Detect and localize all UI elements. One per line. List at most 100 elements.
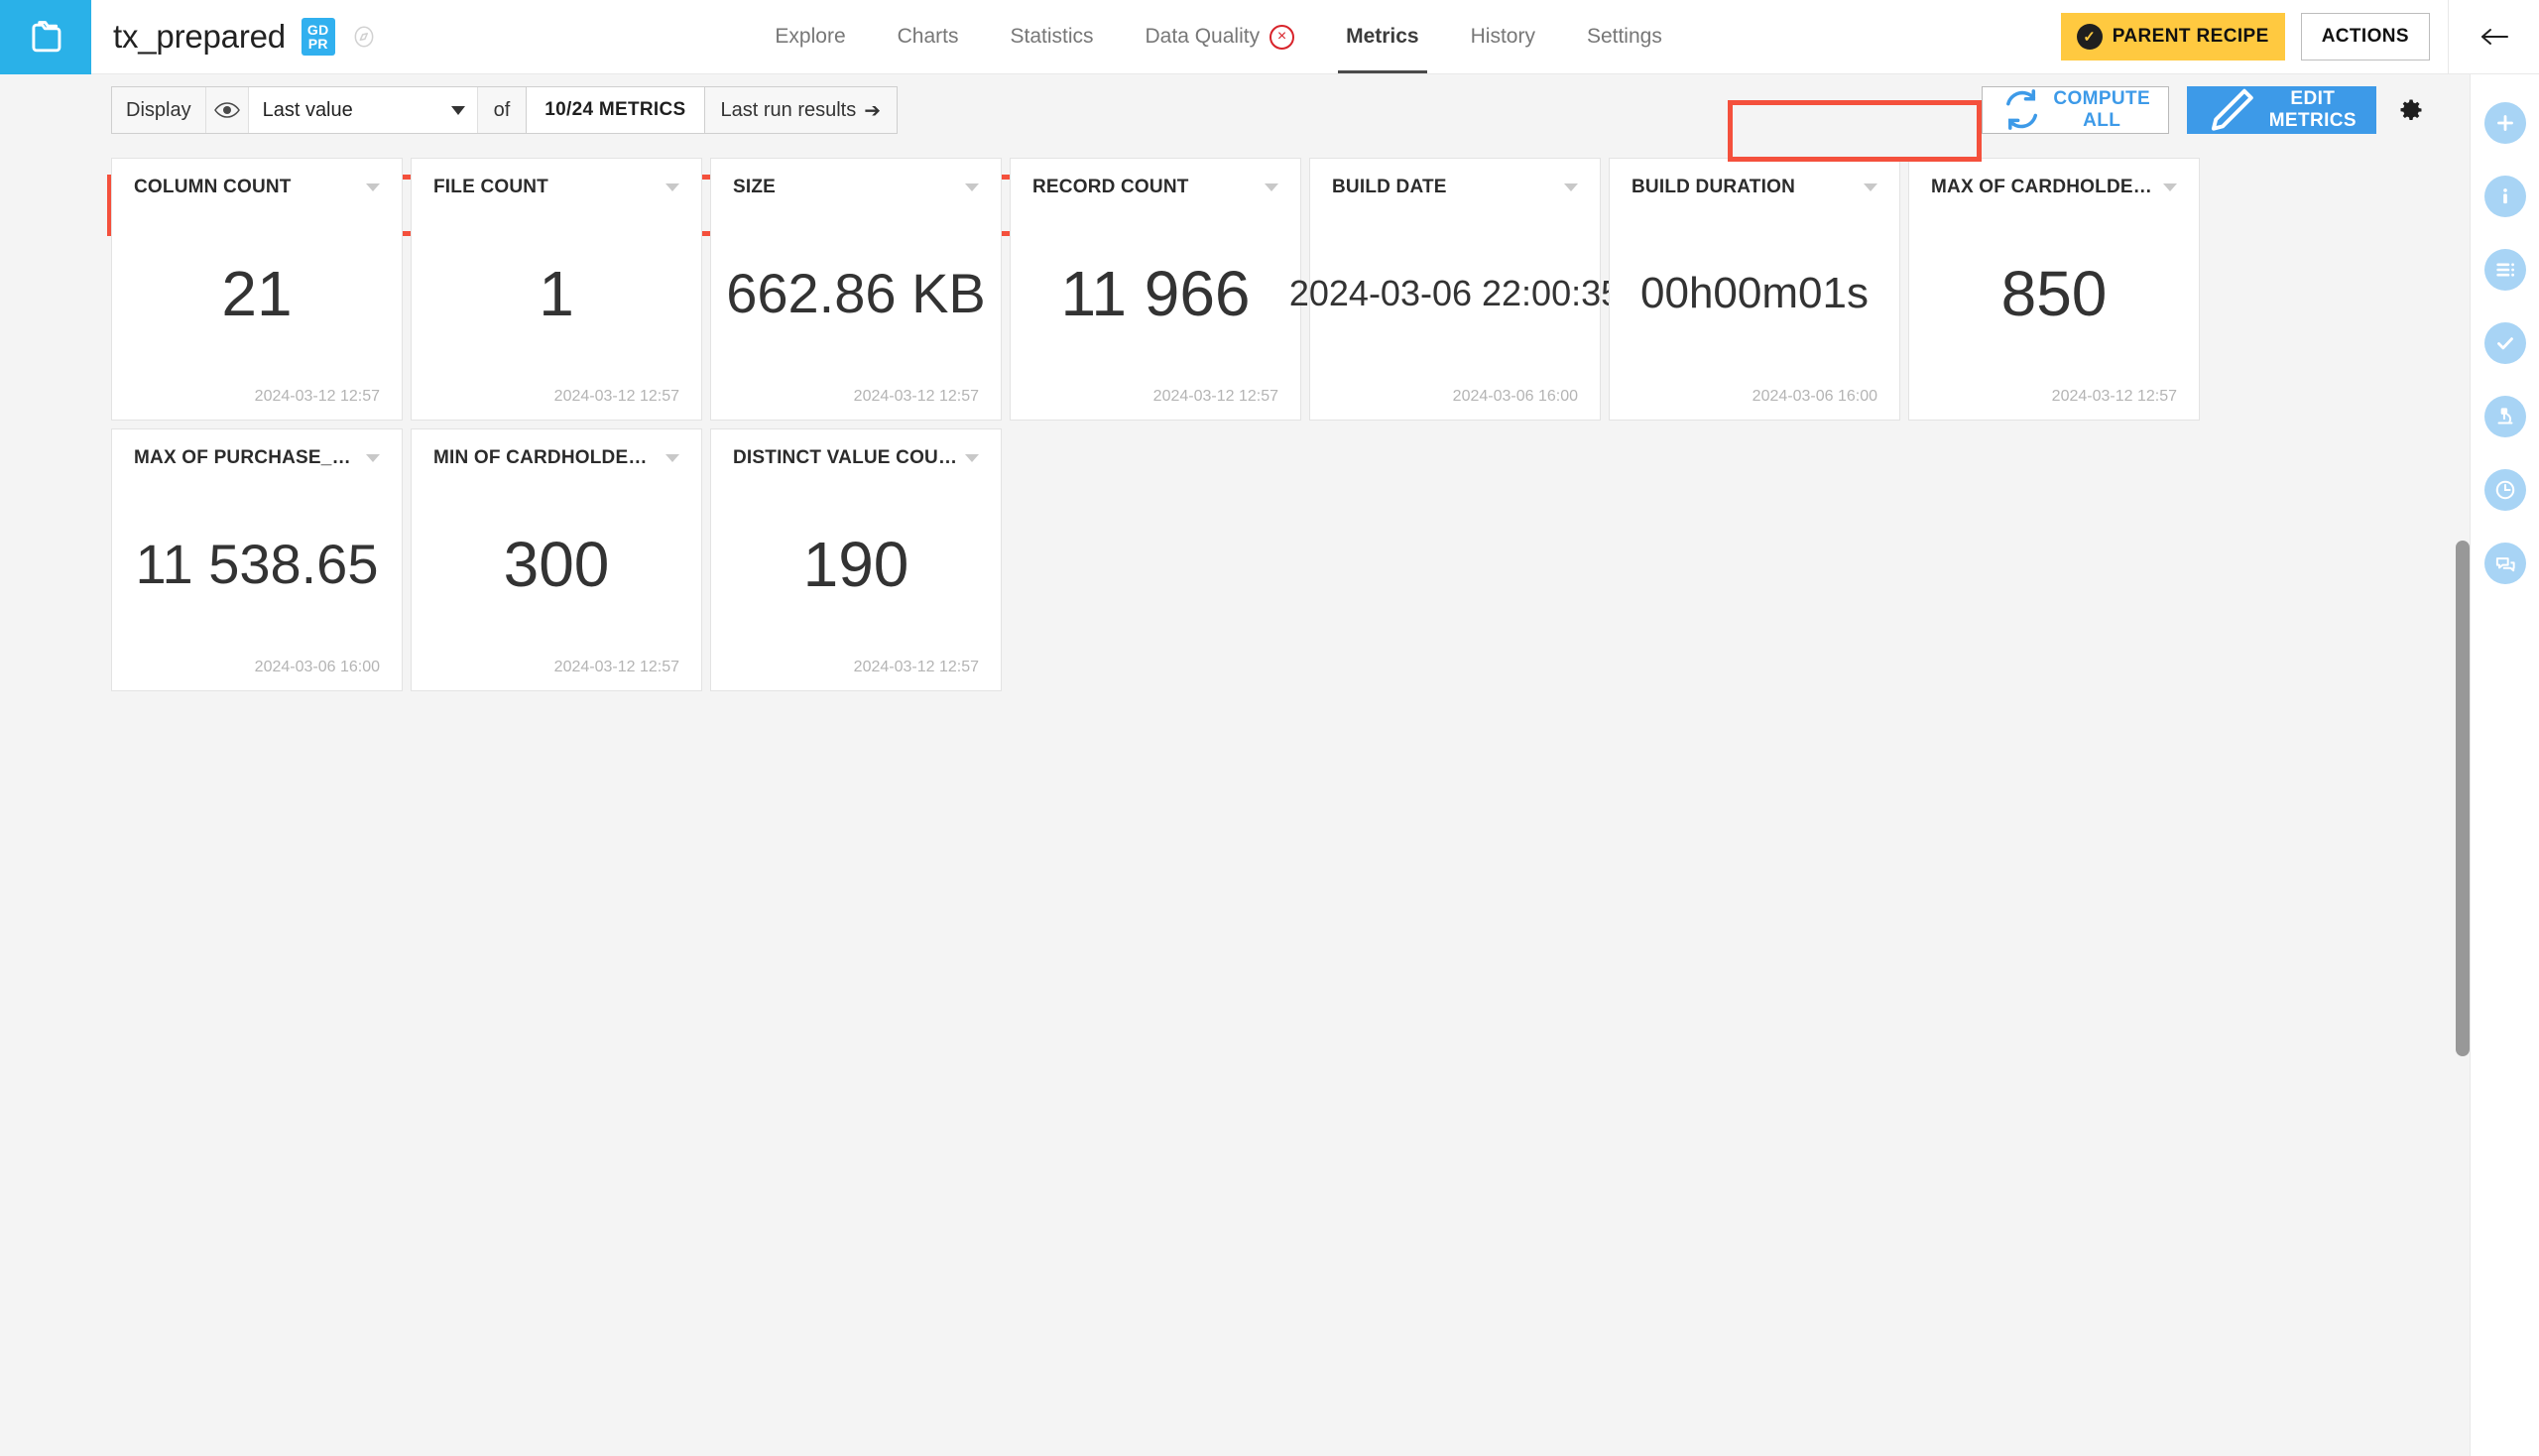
- metric-card-title: BUILD DURATION: [1632, 177, 1795, 198]
- metric-card[interactable]: FILE COUNT 1 2024-03-12 12:57: [411, 158, 702, 421]
- metric-card-timestamp: 2024-03-06 16:00: [1632, 388, 1877, 406]
- metric-card-header: MIN OF CARDHOLDER_FIC...: [433, 447, 679, 469]
- metric-card-header: BUILD DATE: [1332, 177, 1578, 198]
- chevron-down-icon[interactable]: [665, 183, 679, 191]
- folder-glyph: [24, 16, 67, 60]
- chevron-down-icon[interactable]: [1265, 183, 1278, 191]
- tab-history-label: History: [1471, 25, 1535, 49]
- header-actions: ✓ PARENT RECIPE ACTIONS: [2061, 0, 2539, 73]
- gdpr-line-1: GD: [307, 23, 329, 37]
- chevron-down-icon[interactable]: [366, 454, 380, 462]
- chevron-down-icon[interactable]: [665, 454, 679, 462]
- tab-history[interactable]: History: [1445, 0, 1561, 73]
- folder-icon[interactable]: [0, 0, 91, 74]
- scrollbar-thumb[interactable]: [2456, 541, 2470, 1056]
- metric-card[interactable]: BUILD DURATION 00h00m01s 2024-03-06 16:0…: [1609, 158, 1900, 421]
- last-run-results-label: Last run results: [721, 99, 857, 122]
- chevron-down-icon: [451, 106, 465, 115]
- clock-glyph: [2492, 477, 2518, 503]
- compute-all-button[interactable]: COMPUTE ALL: [1982, 86, 2169, 134]
- metric-card[interactable]: RECORD COUNT 11 966 2024-03-12 12:57: [1010, 158, 1301, 421]
- recipe-check-icon: ✓: [2077, 24, 2103, 50]
- gear-icon: [2397, 96, 2425, 124]
- metric-card-timestamp: 2024-03-12 12:57: [433, 659, 679, 676]
- actions-label: ACTIONS: [2322, 26, 2409, 48]
- tab-data-quality[interactable]: Data Quality ×: [1120, 0, 1321, 73]
- right-rail: [2470, 74, 2539, 1456]
- metric-card-value: 190: [733, 469, 979, 659]
- metric-card-value: 11 966: [1032, 198, 1278, 388]
- tab-settings[interactable]: Settings: [1561, 0, 1688, 73]
- metric-card-value: 00h00m01s: [1632, 198, 1877, 388]
- tab-metrics[interactable]: Metrics: [1320, 0, 1445, 73]
- metrics-main-panel: Display Last value of 10/24 METRICS Last…: [0, 74, 2470, 1456]
- discussions-glyph: [2492, 550, 2518, 576]
- metrics-count-button[interactable]: 10/24 METRICS: [526, 87, 704, 133]
- metric-card[interactable]: SIZE 662.86 KB 2024-03-12 12:57: [710, 158, 1002, 421]
- metric-card-title: SIZE: [733, 177, 776, 198]
- compute-all-label: COMPUTE ALL: [2053, 88, 2150, 132]
- display-mode-select[interactable]: Last value: [249, 87, 477, 133]
- metric-card-header: MAX OF CARDHOLDER_FI...: [1931, 177, 2177, 198]
- metric-card[interactable]: COLUMN COUNT 21 2024-03-12 12:57: [111, 158, 403, 421]
- eye-glyph: [214, 100, 240, 120]
- metric-card[interactable]: BUILD DATE 2024-03-06 22:00:35 2024-03-0…: [1309, 158, 1601, 421]
- metric-card-timestamp: 2024-03-12 12:57: [1931, 388, 2177, 406]
- gdpr-line-2: PR: [307, 37, 329, 51]
- lab-glyph: [2492, 404, 2518, 429]
- metric-card-header: FILE COUNT: [433, 177, 679, 198]
- plus-icon[interactable]: [2484, 102, 2526, 144]
- metric-card[interactable]: DISTINCT VALUE COUNT O... 190 2024-03-12…: [710, 428, 1002, 691]
- discussions-icon[interactable]: [2484, 543, 2526, 584]
- title-zone: tx_prepared GD PR: [91, 0, 377, 73]
- app-header: tx_prepared GD PR Explore Charts Statist…: [0, 0, 2539, 74]
- chevron-down-icon[interactable]: [366, 183, 380, 191]
- chevron-down-icon[interactable]: [2163, 183, 2177, 191]
- metric-card[interactable]: MAX OF PURCHASE_AMO... 11 538.65 2024-03…: [111, 428, 403, 691]
- lab-microscope-icon[interactable]: [2484, 396, 2526, 437]
- metric-card[interactable]: MIN OF CARDHOLDER_FIC... 300 2024-03-12 …: [411, 428, 702, 691]
- page-title: tx_prepared: [113, 18, 286, 56]
- data-quality-error-icon: ×: [1270, 25, 1294, 50]
- metrics-card-grid: COLUMN COUNT 21 2024-03-12 12:57 FILE CO…: [0, 146, 2470, 691]
- metric-card-header: SIZE: [733, 177, 979, 198]
- metric-card-title: MAX OF PURCHASE_AMO...: [134, 447, 358, 469]
- chevron-down-icon[interactable]: [965, 454, 979, 462]
- chevron-down-icon[interactable]: [1564, 183, 1578, 191]
- tab-charts[interactable]: Charts: [872, 0, 985, 73]
- settings-gear-button[interactable]: [2394, 93, 2428, 127]
- vertical-scrollbar[interactable]: [2456, 74, 2470, 1456]
- details-list-icon[interactable]: [2484, 249, 2526, 291]
- arrow-right-icon: ➔: [864, 98, 881, 123]
- info-icon[interactable]: [2484, 176, 2526, 217]
- tab-settings-label: Settings: [1587, 25, 1662, 49]
- compass-icon[interactable]: [351, 24, 377, 50]
- main-tabs: Explore Charts Statistics Data Quality ×…: [377, 0, 2061, 73]
- tab-statistics[interactable]: Statistics: [984, 0, 1119, 73]
- check-glyph: [2492, 330, 2518, 356]
- info-glyph: [2492, 183, 2518, 209]
- metric-card[interactable]: MAX OF CARDHOLDER_FI... 850 2024-03-12 1…: [1908, 158, 2200, 421]
- check-icon[interactable]: [2484, 322, 2526, 364]
- chevron-down-icon[interactable]: [965, 183, 979, 191]
- metric-card-timestamp: 2024-03-12 12:57: [433, 388, 679, 406]
- back-arrow-button[interactable]: [2448, 0, 2539, 74]
- tab-statistics-label: Statistics: [1010, 25, 1093, 49]
- eye-icon[interactable]: [205, 87, 249, 133]
- metric-card-value: 662.86 KB: [733, 198, 979, 388]
- parent-recipe-button[interactable]: ✓ PARENT RECIPE: [2061, 13, 2285, 61]
- last-run-results-button[interactable]: Last run results ➔: [705, 87, 898, 133]
- metric-card-value: 21: [134, 198, 380, 388]
- actions-button[interactable]: ACTIONS: [2301, 13, 2430, 61]
- back-arrow-icon: [2477, 22, 2512, 52]
- metric-card-timestamp: 2024-03-06 16:00: [1332, 388, 1578, 406]
- display-control-group: Display Last value of 10/24 METRICS Last…: [111, 86, 898, 134]
- chevron-down-icon[interactable]: [1864, 183, 1877, 191]
- metric-card-value: 11 538.65: [134, 469, 380, 659]
- clock-history-icon[interactable]: [2484, 469, 2526, 511]
- metric-card-timestamp: 2024-03-12 12:57: [1032, 388, 1278, 406]
- tab-explore-label: Explore: [775, 25, 845, 49]
- tab-explore[interactable]: Explore: [749, 0, 871, 73]
- edit-metrics-button[interactable]: EDIT METRICS: [2187, 86, 2376, 134]
- gdpr-badge: GD PR: [302, 18, 335, 56]
